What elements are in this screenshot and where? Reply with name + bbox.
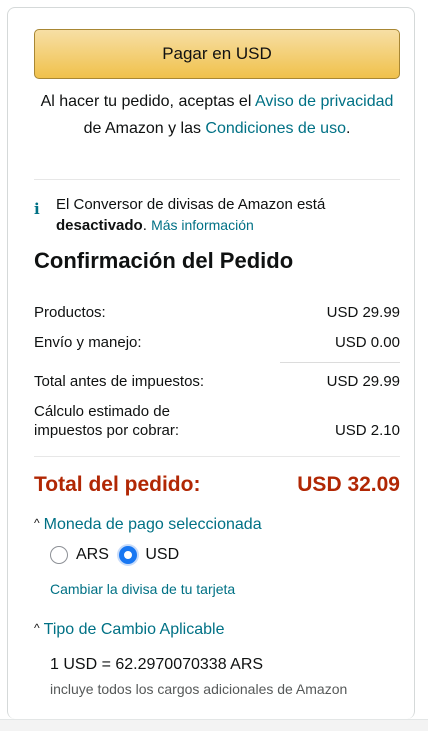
subtotal-divider bbox=[280, 362, 400, 363]
info-icon: i bbox=[34, 200, 40, 218]
more-info-link[interactable]: Más información bbox=[151, 217, 254, 233]
row-label: Total antes de impuestos: bbox=[34, 373, 205, 390]
row-label: Envío y manejo: bbox=[34, 334, 142, 351]
order-total: Total del pedido: USD 32.09 bbox=[34, 473, 400, 497]
total-value: USD 32.09 bbox=[297, 473, 400, 496]
change-card-currency-link[interactable]: Cambiar la divisa de tu tarjeta bbox=[50, 581, 235, 597]
privacy-notice-link[interactable]: Aviso de privacidad bbox=[255, 93, 393, 110]
currency-radio-group: ARS USD bbox=[50, 546, 185, 564]
row-label: Productos: bbox=[34, 304, 106, 321]
radio-label: USD bbox=[145, 546, 180, 563]
radio-circle bbox=[50, 546, 68, 564]
exchange-rate-label: Tipo de Cambio Aplicable bbox=[43, 621, 225, 638]
radio-label: ARS bbox=[76, 546, 109, 563]
exchange-rate-value: 1 USD = 62.2970070338 ARS bbox=[50, 656, 264, 673]
page-bottom-strip bbox=[0, 719, 428, 731]
divider bbox=[34, 456, 400, 457]
summary-row-tax: Cálculo estimado de impuestos por cobrar… bbox=[34, 402, 400, 440]
legal-middle: de Amazon y las bbox=[83, 120, 206, 137]
row-value: USD 2.10 bbox=[334, 422, 400, 439]
legal-notice: Al hacer tu pedido, aceptas el Aviso de … bbox=[34, 88, 400, 142]
row-value: USD 29.99 bbox=[326, 373, 400, 390]
summary-row-products: Productos: USD 29.99 bbox=[34, 303, 400, 322]
order-confirmation-title: Confirmación del Pedido bbox=[34, 248, 294, 273]
pay-in-usd-button[interactable]: Pagar en USD bbox=[34, 29, 400, 79]
row-label: Cálculo estimado de impuestos por cobrar… bbox=[34, 403, 180, 439]
radio-circle bbox=[119, 546, 138, 564]
radio-usd[interactable]: USD bbox=[119, 546, 179, 564]
row-value: USD 0.00 bbox=[334, 334, 400, 351]
exchange-rate-note: incluye todos los cargos adicionales de … bbox=[50, 681, 348, 697]
payment-currency-label: Moneda de pago seleccionada bbox=[43, 516, 262, 533]
converter-status: desactivado bbox=[56, 217, 143, 234]
payment-currency-toggle[interactable]: ^ Moneda de pago seleccionada bbox=[34, 516, 262, 534]
summary-row-shipping: Envío y manejo: USD 0.00 bbox=[34, 333, 400, 352]
divider bbox=[34, 179, 400, 180]
summary-row-pretax: Total antes de impuestos: USD 29.99 bbox=[34, 372, 400, 391]
legal-suffix: . bbox=[345, 120, 351, 137]
chevron-up-icon: ^ bbox=[34, 516, 40, 530]
conditions-of-use-link[interactable]: Condiciones de uso bbox=[205, 120, 346, 137]
row-value: USD 29.99 bbox=[326, 304, 400, 321]
converter-text-suffix: . bbox=[142, 217, 152, 234]
converter-text-prefix: El Conversor de divisas de Amazon está bbox=[56, 196, 326, 213]
exchange-rate-toggle[interactable]: ^ Tipo de Cambio Aplicable bbox=[34, 621, 224, 639]
radio-ars[interactable]: ARS bbox=[50, 546, 109, 564]
total-label: Total del pedido: bbox=[34, 473, 201, 496]
legal-prefix: Al hacer tu pedido, aceptas el bbox=[40, 93, 255, 110]
chevron-up-icon: ^ bbox=[34, 621, 40, 635]
